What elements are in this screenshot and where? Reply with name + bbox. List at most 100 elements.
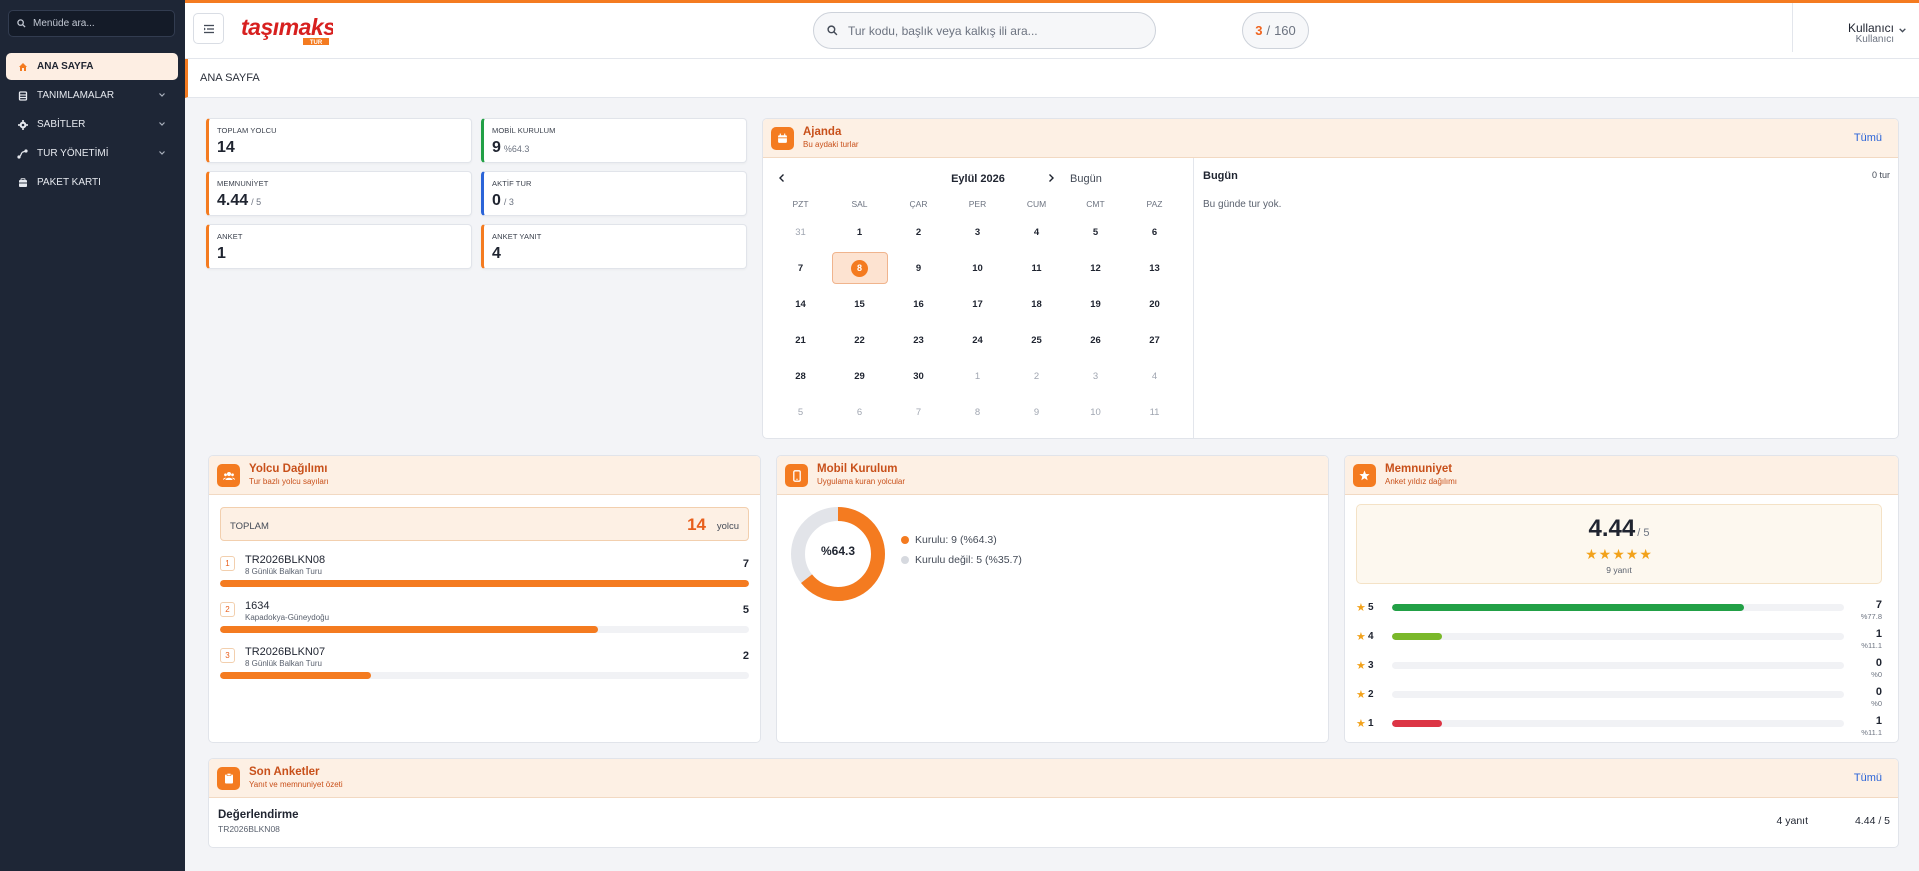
passenger-row[interactable]: 1 TR2026BLKN08 8 Günlük Balkan Turu 7 <box>220 554 749 596</box>
chevron-left-icon[interactable] <box>777 173 787 183</box>
divider <box>1193 158 1194 438</box>
star-percent: %0 <box>1871 699 1882 708</box>
calendar-day[interactable]: 22 <box>830 322 889 358</box>
stat-value: 1 <box>217 245 226 263</box>
calendar-day[interactable]: 18 <box>1007 286 1066 322</box>
calendar-day[interactable]: 10 <box>1066 394 1125 430</box>
stat-anket: ANKET 1 <box>206 224 472 269</box>
surveys-all-link[interactable]: Tümü <box>1854 772 1882 784</box>
sidebar-search[interactable] <box>8 10 175 37</box>
calendar-day[interactable]: 9 <box>1007 394 1066 430</box>
tour-counter[interactable]: 3 / 160 <box>1242 12 1309 49</box>
survey-code: TR2026BLKN08 <box>218 824 280 834</box>
sidebar-item-sabitler[interactable]: SABİTLER <box>6 111 178 138</box>
calendar-day[interactable]: 21 <box>771 322 830 358</box>
calendar-day[interactable]: 28 <box>771 358 830 394</box>
calendar-day[interactable]: 12 <box>1066 250 1125 286</box>
weekday-label: CUM <box>1026 199 1047 209</box>
star-count: 0 <box>1875 657 1882 669</box>
passenger-count: 5 <box>742 604 749 616</box>
survey-responses: 4 yanıt <box>1776 815 1808 827</box>
calendar-day[interactable]: 14 <box>771 286 830 322</box>
calendar-day[interactable]: 2 <box>889 214 948 250</box>
calendar-day[interactable]: 5 <box>771 394 830 430</box>
calendar-day[interactable]: 30 <box>889 358 948 394</box>
calendar-day[interactable]: 6 <box>830 394 889 430</box>
tour-code: TR2026BLKN07 <box>245 646 326 658</box>
calendar-day[interactable]: 16 <box>889 286 948 322</box>
calendar-today-button[interactable]: Bugün <box>1070 173 1102 185</box>
distribution-fill <box>1392 633 1443 640</box>
passenger-total: TOPLAM 14 yolcu <box>220 507 749 541</box>
calendar-weekdays: PZT SAL ÇAR PER CUM CMT PAZ <box>771 194 1162 214</box>
sidebar-item-ana-sayfa[interactable]: ANA SAYFA <box>6 53 178 80</box>
sidebar-item-paket-karti[interactable]: PAKET KARTI <box>6 169 178 196</box>
calendar-day[interactable]: 3 <box>948 214 1007 250</box>
agenda-all-link[interactable]: Tümü <box>1854 132 1882 144</box>
calendar-day[interactable]: 17 <box>948 286 1007 322</box>
calendar-day[interactable]: 2 <box>1007 358 1066 394</box>
svg-text:taşımaks: taşımaks <box>241 14 333 40</box>
calendar-days: 31 1 2 3 4 5 6 7 8 9 10 11 12 13 14 15 16 17 18 19 20 21 22 23 2… <box>771 214 1160 430</box>
passenger-row[interactable]: 3 TR2026BLKN07 8 Günlük Balkan Turu 2 <box>220 646 749 688</box>
calendar-day[interactable]: 29 <box>830 358 889 394</box>
stat-value: 0/ 3 <box>492 192 514 210</box>
weekday-label: PAZ <box>1146 199 1163 209</box>
calendar-day[interactable]: 15 <box>830 286 889 322</box>
calendar-day[interactable]: 13 <box>1125 250 1184 286</box>
weekday-label: ÇAR <box>909 199 928 209</box>
calendar-day[interactable]: 25 <box>1007 322 1066 358</box>
calendar-day[interactable]: 4 <box>1125 358 1184 394</box>
calendar-day[interactable]: 1 <box>948 358 1007 394</box>
panel-title: Mobil Kurulum <box>817 463 898 475</box>
chevron-right-icon[interactable] <box>1046 173 1056 183</box>
calendar-day[interactable]: 7 <box>889 394 948 430</box>
star-percent: %77.8 <box>1860 612 1882 621</box>
calendar-day[interactable]: 11 <box>1125 394 1184 430</box>
user-menu[interactable]: Kullanıcı Kullanıcı <box>1792 3 1919 52</box>
legend-dot <box>901 556 909 564</box>
calendar-icon <box>771 127 794 150</box>
calendar-day[interactable]: 7 <box>771 250 830 286</box>
calendar-day[interactable]: 11 <box>1007 250 1066 286</box>
calendar-day[interactable]: 3 <box>1066 358 1125 394</box>
calendar-day[interactable]: 26 <box>1066 322 1125 358</box>
total-label: TOPLAM <box>230 521 269 532</box>
phone-icon <box>785 464 808 487</box>
calendar-day[interactable]: 6 <box>1125 214 1184 250</box>
calendar-day[interactable]: 8 <box>948 394 1007 430</box>
calendar-grid: PZT SAL ÇAR PER CUM CMT PAZ 31 1 2 3 4 5 6 7 8 9 10 11 12 1… <box>771 194 1162 430</box>
panel-title: Ajanda <box>803 126 842 138</box>
calendar-day[interactable]: 27 <box>1125 322 1184 358</box>
stat-value: 9 %64.3 <box>492 139 529 157</box>
calendar-day[interactable]: 9 <box>889 250 948 286</box>
sidebar-item-tanimlamalar[interactable]: TANIMLAMALAR <box>6 82 178 109</box>
rank-badge: 2 <box>220 602 235 617</box>
stat-anket-yanit: ANKET YANIT 4 <box>481 224 747 269</box>
global-search[interactable] <box>813 12 1156 49</box>
star-percent: %11.1 <box>1861 641 1882 650</box>
stat-label: TOPLAM YOLCU <box>217 126 277 135</box>
calendar-day[interactable]: 24 <box>948 322 1007 358</box>
home-icon <box>17 61 28 72</box>
stat-value: 4 <box>492 245 501 263</box>
sidebar-item-tur-yonetimi[interactable]: TUR YÖNETİMİ <box>6 140 178 167</box>
calendar-day[interactable]: 5 <box>1066 214 1125 250</box>
menu-toggle-button[interactable] <box>193 13 224 44</box>
logo[interactable]: taşımaks TUR <box>241 13 336 49</box>
calendar-day[interactable]: 23 <box>889 322 948 358</box>
calendar-day[interactable]: 10 <box>948 250 1007 286</box>
passenger-row[interactable]: 2 1634 Kapadokya-Güneydoğu 5 <box>220 600 749 642</box>
calendar-day[interactable]: 1 <box>830 214 889 250</box>
distribution-fill <box>1392 604 1744 611</box>
global-search-input[interactable] <box>848 23 1138 38</box>
calendar-day[interactable]: 4 <box>1007 214 1066 250</box>
distribution-row: ★ 2 0 %0 <box>1356 686 1882 715</box>
calendar-day[interactable]: 19 <box>1066 286 1125 322</box>
calendar: Eylül 2026 Bugün PZT SAL ÇAR PER CUM CMT PAZ 3… <box>763 158 1193 438</box>
sidebar-search-input[interactable] <box>33 18 163 29</box>
star-count: 1 <box>1875 628 1882 640</box>
calendar-day[interactable]: 31 <box>771 214 830 250</box>
calendar-day-today[interactable]: 8 <box>830 250 889 286</box>
calendar-day[interactable]: 20 <box>1125 286 1184 322</box>
